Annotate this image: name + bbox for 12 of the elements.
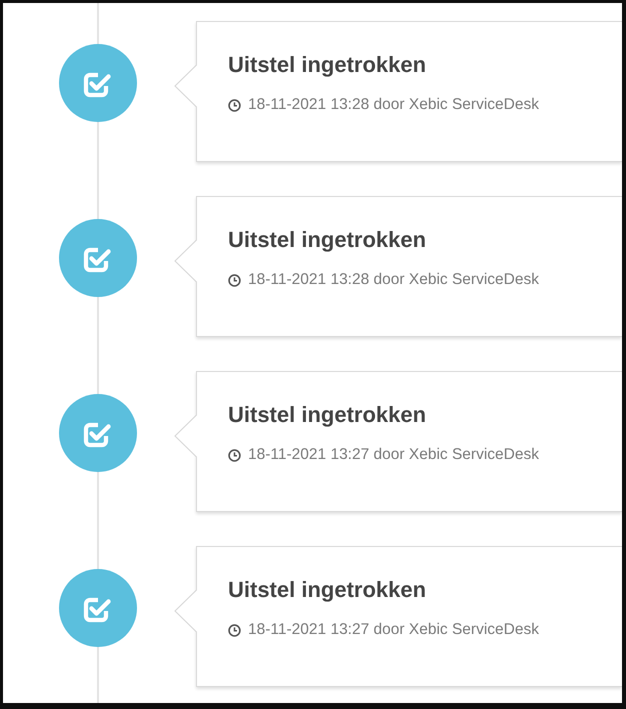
entry-meta-text: 18-11-2021 13:28 door Xebic ServiceDesk [248,271,539,289]
entry-meta-text: 18-11-2021 13:27 door Xebic ServiceDesk [248,446,539,464]
entry-meta-text: 18-11-2021 13:28 door Xebic ServiceDesk [248,96,539,114]
clock-icon [228,448,241,462]
entry-title: Uitstel ingetrokken [228,52,428,78]
clock-icon [228,98,241,112]
entry-meta-text: 18-11-2021 13:27 door Xebic ServiceDesk [248,621,539,639]
entry-title: Uitstel ingetrokken [228,577,428,603]
entry-title: Uitstel ingetrokken [228,402,428,428]
clock-icon [228,624,241,636]
clock-icon [228,274,241,286]
entry-title: Uitstel ingetrokken [228,227,428,253]
